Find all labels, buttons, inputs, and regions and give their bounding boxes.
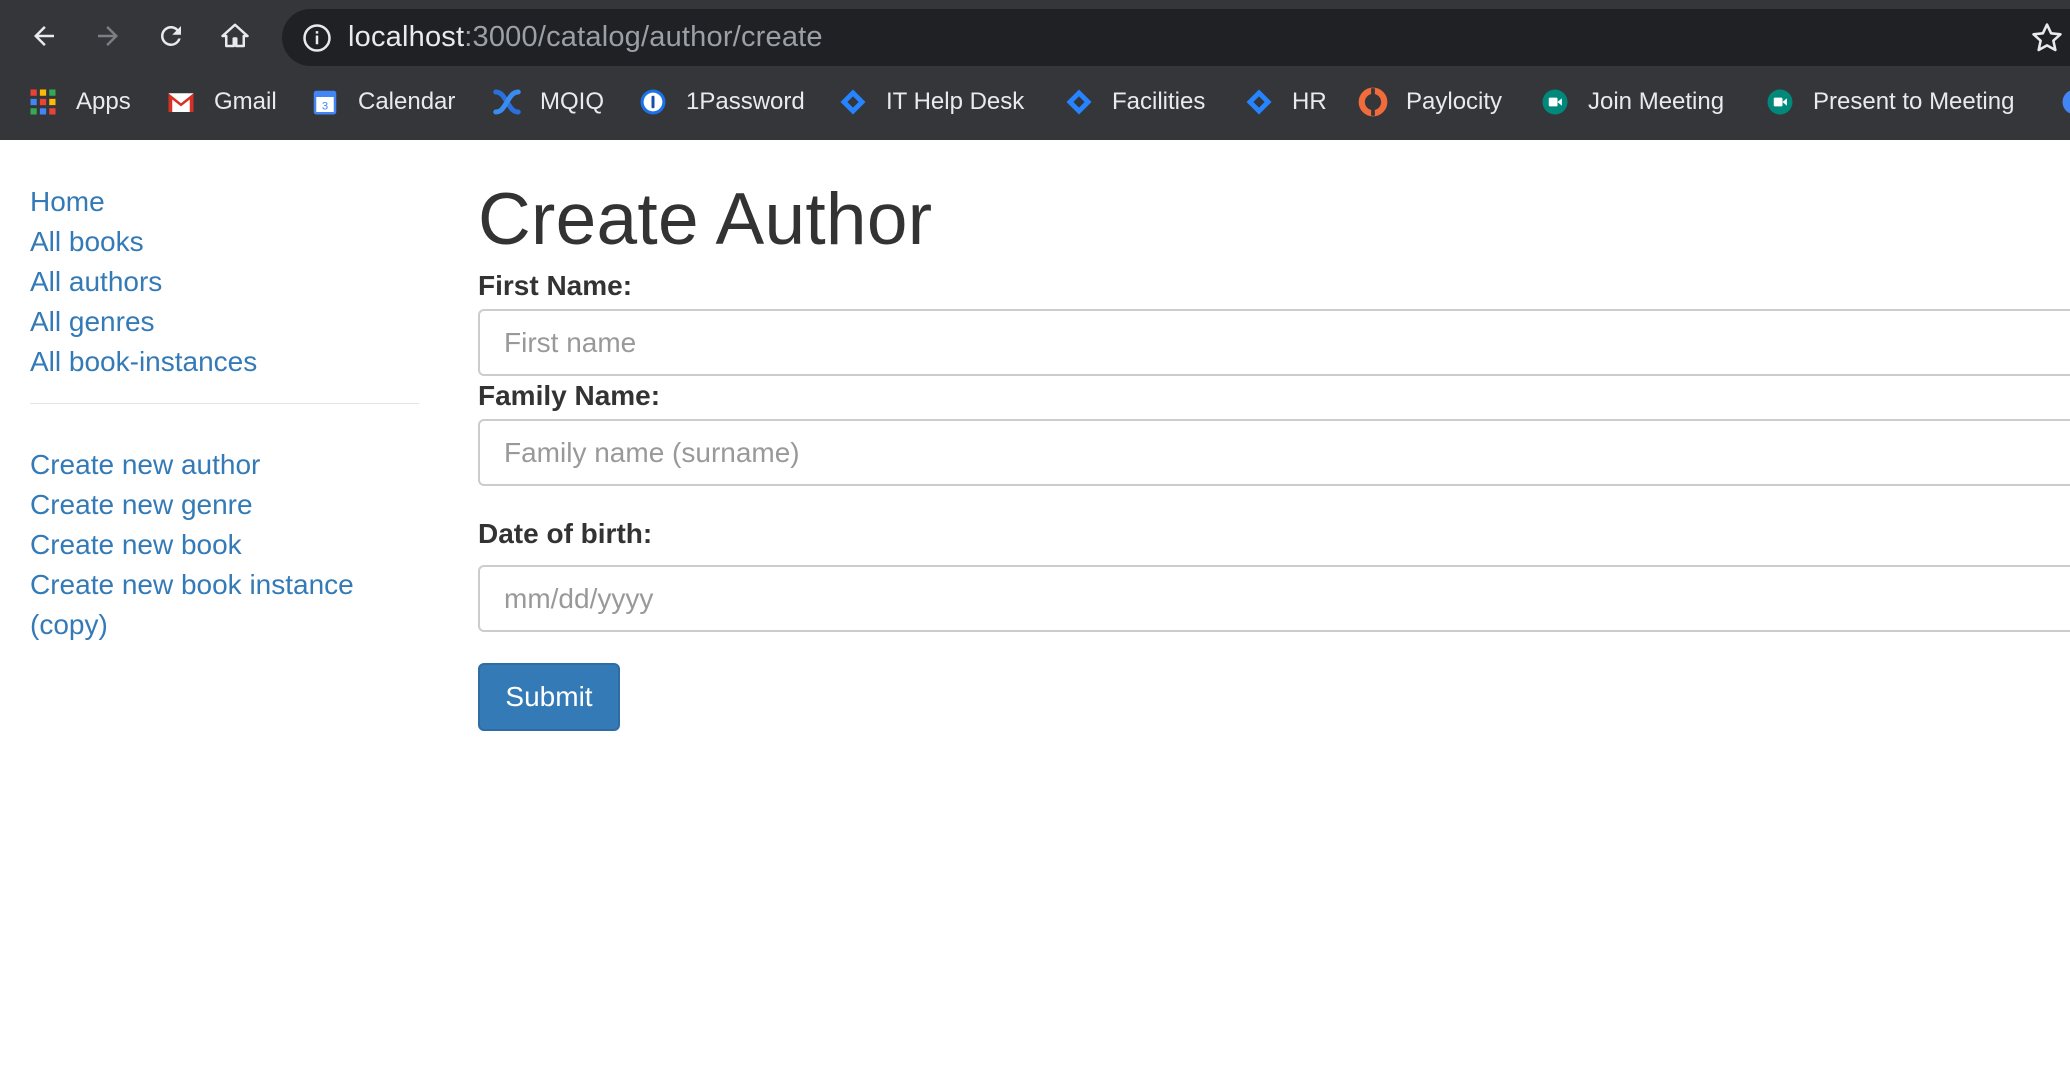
1password-icon — [640, 89, 666, 115]
nav-link-create-author[interactable]: Create new author — [30, 445, 420, 485]
bookmark-paylocity[interactable]: Paylocity — [1358, 80, 1502, 124]
bookmark-label: 1Password — [686, 88, 805, 115]
gmail-icon — [168, 93, 194, 112]
arrow-right-icon — [98, 26, 118, 46]
url-path: :3000/catalog/author/create — [464, 21, 823, 53]
bookmark-label: Paylocity — [1406, 88, 1503, 115]
bookmark-label: IT Help Desk — [886, 88, 1025, 115]
date-of-birth-input[interactable] — [478, 565, 2070, 632]
calendar-icon: 3 — [313, 90, 337, 115]
meet-icon — [1767, 89, 1793, 115]
nav-link-create-book[interactable]: Create new book — [30, 525, 420, 565]
mqiq-icon — [493, 89, 521, 115]
home-icon — [221, 23, 249, 48]
bookmark-label: MQIQ — [540, 88, 604, 115]
jira-icon — [1246, 89, 1272, 115]
calendar-day: 3 — [322, 101, 328, 113]
bookmark-join-meeting[interactable]: Join Meeting — [1540, 80, 1724, 124]
nav-link-all-books[interactable]: All books — [30, 222, 420, 262]
submit-button[interactable]: Submit — [478, 663, 620, 731]
first-name-label: First Name: — [478, 270, 633, 301]
sidebar: Home All books All authors All genres Al… — [30, 182, 420, 645]
sidebar-divider — [30, 403, 419, 404]
page-title: Create Author — [478, 179, 933, 260]
reload-button[interactable] — [149, 14, 193, 58]
nav-link-all-authors[interactable]: All authors — [30, 262, 420, 302]
bookmark-label: Apps — [76, 88, 131, 115]
browser-toolbar: localhost:3000/catalog/author/create — [0, 0, 2070, 76]
family-name-label: Family Name: — [478, 380, 661, 411]
first-name-input[interactable] — [478, 309, 2070, 376]
nav-link-create-book-instance[interactable]: Create new book instance (copy) — [30, 565, 370, 645]
jira-icon — [1066, 89, 1092, 115]
main-content: Create Author First Name: Family Name: D… — [478, 178, 2070, 731]
bookmark-label: Calendar — [358, 88, 456, 115]
bookmarks-bar: Apps Gmail 3 Calendar MQIQ 1Password IT … — [0, 80, 2070, 124]
nav-link-all-book-instances[interactable]: All book-instances — [30, 342, 420, 382]
bookmark-label: HR — [1292, 88, 1327, 115]
date-of-birth-label: Date of birth: — [478, 518, 653, 549]
address-bar[interactable]: localhost:3000/catalog/author/create — [282, 9, 2070, 66]
site-info-icon[interactable] — [302, 23, 332, 53]
forward-button[interactable] — [86, 14, 130, 58]
bookmark-present-to-meeting[interactable]: Present to Meeting — [1765, 80, 2014, 124]
bookmark-facilities[interactable]: Facilities — [1064, 80, 1205, 124]
bookmark-gmail[interactable]: Gmail — [166, 80, 277, 124]
bookmark-apps[interactable]: Apps — [28, 80, 131, 124]
bookmark-label: Facilities — [1112, 88, 1206, 115]
create-author-form: First Name: Family Name: Date of birth: … — [478, 268, 2070, 731]
arrow-left-icon — [34, 26, 54, 46]
overflow-bookmark-icon[interactable] — [2060, 87, 2070, 117]
nav-link-all-genres[interactable]: All genres — [30, 302, 420, 342]
bookmark-1password[interactable]: 1Password — [638, 80, 805, 124]
apps-grid-icon — [30, 89, 56, 115]
reload-icon — [161, 26, 181, 46]
bookmark-mqiq[interactable]: MQIQ — [492, 80, 604, 124]
bookmark-label: Join Meeting — [1588, 88, 1725, 115]
bookmark-calendar[interactable]: 3 Calendar — [310, 80, 455, 124]
url-host: localhost — [348, 21, 465, 53]
back-button[interactable] — [22, 14, 66, 58]
meet-icon — [1542, 89, 1568, 115]
browser-chrome: localhost:3000/catalog/author/create App… — [0, 0, 2070, 140]
bookmark-star-icon[interactable] — [2030, 21, 2064, 55]
paylocity-icon — [1358, 87, 1388, 117]
nav-link-home[interactable]: Home — [30, 182, 420, 222]
jira-icon — [840, 89, 866, 115]
url-text: localhost:3000/catalog/author/create — [348, 22, 823, 52]
family-name-input[interactable] — [478, 419, 2070, 486]
bookmark-hr[interactable]: HR — [1244, 80, 1327, 124]
nav-link-create-genre[interactable]: Create new genre — [30, 485, 420, 525]
bookmark-label: Gmail — [214, 88, 277, 115]
bookmark-label: Present to Meeting — [1813, 88, 2015, 115]
bookmark-it-help-desk[interactable]: IT Help Desk — [838, 80, 1024, 124]
home-button[interactable] — [213, 14, 257, 58]
